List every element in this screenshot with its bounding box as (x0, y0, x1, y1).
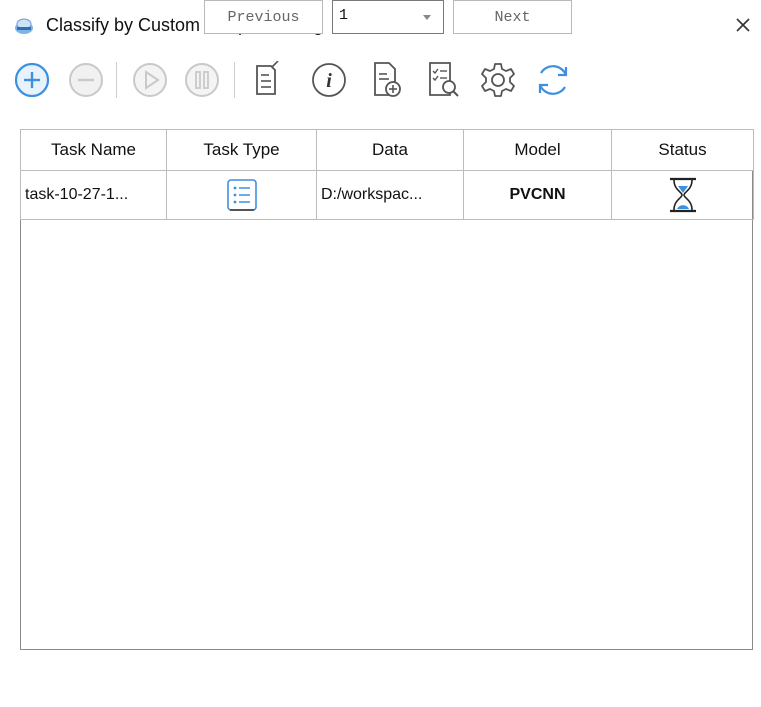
refresh-icon (538, 65, 568, 95)
cell-task-name: task-10-27-1... (20, 170, 167, 220)
toolbar-separator (234, 62, 235, 98)
table-header-row: Task Name Task Type Data Model Status (20, 129, 754, 171)
column-header-model[interactable]: Model (463, 129, 612, 171)
hourglass-icon (669, 177, 696, 213)
table-row[interactable]: task-10-27-1... D:/workspac... PVCNN (20, 170, 754, 220)
refresh-button[interactable] (531, 56, 575, 104)
start-button[interactable] (128, 56, 172, 104)
info-icon: i (312, 63, 346, 97)
column-header-status[interactable]: Status (611, 129, 754, 171)
review-list-icon (429, 62, 459, 97)
pause-button[interactable] (180, 56, 224, 104)
column-header-task-type[interactable]: Task Type (166, 129, 317, 171)
page-number-select[interactable]: 1 (332, 0, 444, 34)
remove-task-button[interactable] (64, 56, 108, 104)
task-info-button[interactable]: i (307, 56, 351, 104)
edit-document-icon (256, 61, 279, 95)
previous-page-button[interactable]: Previous (204, 0, 323, 34)
edit-task-button[interactable] (244, 56, 288, 104)
remove-icon (69, 63, 103, 97)
column-header-task-name[interactable]: Task Name (20, 129, 167, 171)
list-icon (226, 179, 257, 211)
cell-data: D:/workspac... (316, 170, 464, 220)
settings-button[interactable] (476, 56, 520, 104)
close-button[interactable] (730, 12, 756, 38)
column-header-data[interactable]: Data (316, 129, 464, 171)
page-number-value: 1 (339, 7, 349, 24)
app-logo-icon (14, 16, 34, 36)
task-table: Task Name Task Type Data Model Status ta… (20, 129, 754, 650)
cell-task-type (166, 170, 317, 220)
add-data-button[interactable] (365, 56, 409, 104)
view-results-button[interactable] (421, 56, 465, 104)
toolbar: i (0, 56, 761, 108)
add-file-icon (374, 62, 401, 97)
gear-icon (481, 63, 515, 97)
pause-icon (185, 63, 219, 97)
chevron-down-icon (423, 15, 431, 20)
cell-status (611, 170, 754, 220)
cell-model: PVCNN (463, 170, 612, 220)
add-icon (14, 62, 50, 98)
svg-text:i: i (326, 70, 332, 92)
next-page-button[interactable]: Next (453, 0, 572, 34)
add-task-button[interactable] (10, 56, 54, 104)
toolbar-separator (116, 62, 117, 98)
close-icon (736, 18, 750, 32)
play-icon (133, 63, 167, 97)
